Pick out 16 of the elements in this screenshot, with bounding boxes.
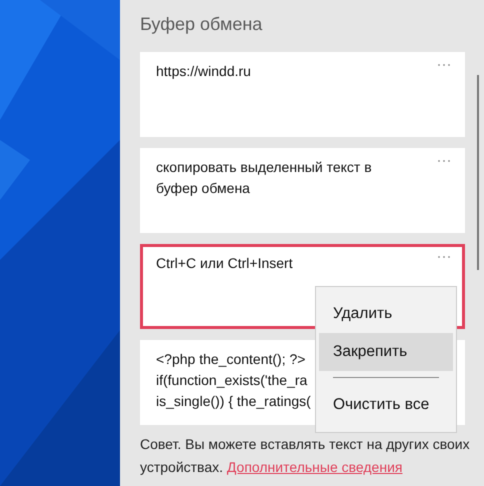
- clip-text: https://windd.ru: [156, 62, 251, 81]
- clip-text: if(function_exists('the_ra: [156, 371, 308, 390]
- menu-item[interactable]: Закрепить: [319, 333, 453, 371]
- clipboard-item[interactable]: https://windd.ru: [140, 52, 465, 137]
- clipboard-item[interactable]: скопировать выделенный текст в буфер обмена: [140, 148, 465, 233]
- more-icon[interactable]: [437, 255, 451, 259]
- menu-item[interactable]: Очистить все: [319, 386, 453, 424]
- clip-text: скопировать выделенный текст в буфер обмена: [156, 158, 373, 198]
- clip-text: is_single()) { the_ratings(: [156, 392, 311, 411]
- more-icon[interactable]: [437, 63, 451, 67]
- more-icon[interactable]: [437, 159, 451, 163]
- tip-text: Совет. Вы можете вставлять текст на других своих устройствах. Дополнительные сведения: [140, 435, 470, 477]
- panel-title: Буфер обмена: [140, 14, 264, 35]
- clip-text: <?php the_content(); ?>: [156, 350, 306, 369]
- clip-text: Ctrl+C или Ctrl+Insert: [156, 254, 293, 273]
- scrollbar[interactable]: [477, 75, 479, 270]
